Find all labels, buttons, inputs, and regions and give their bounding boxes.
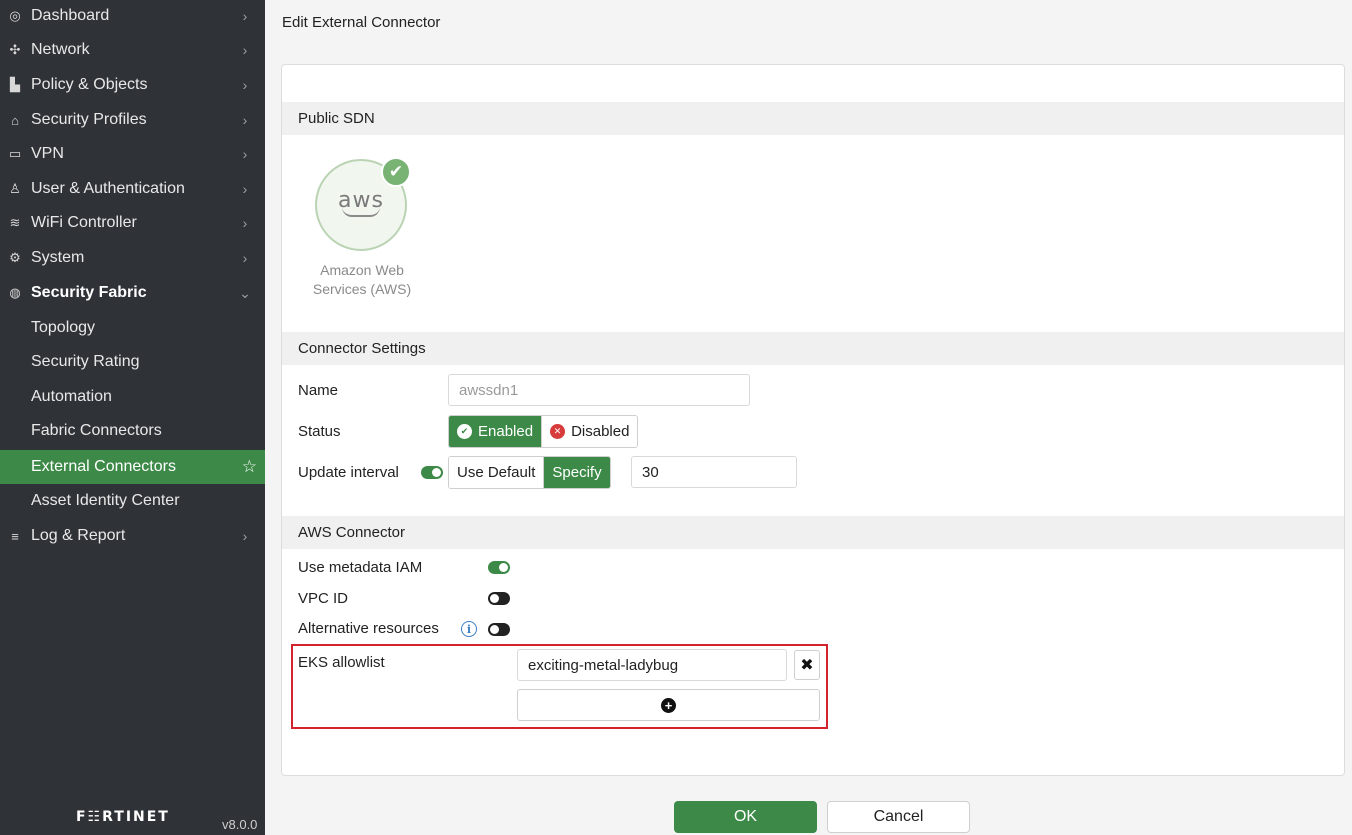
gear-icon: ⚙: [9, 250, 21, 265]
wifi-icon: ≋: [9, 215, 21, 230]
dashboard-icon: ◎: [9, 8, 21, 23]
sidebar-item-security-profiles[interactable]: ⌂ Security Profiles ›: [0, 103, 265, 137]
chevron-right-icon: ›: [242, 112, 248, 128]
sidebar-item-label: Network: [31, 41, 90, 58]
version-label: v8.0.0: [222, 817, 258, 832]
use-default-button[interactable]: Use Default: [449, 457, 544, 488]
check-circle-icon: ✔: [457, 424, 472, 439]
connector-settings-header: Connector Settings: [282, 332, 1344, 365]
sidebar-subitem-topology[interactable]: Topology: [0, 311, 265, 345]
sidebar-item-policy-objects[interactable]: ▙ Policy & Objects ›: [0, 68, 265, 102]
chevron-right-icon: ›: [242, 181, 248, 197]
aws-card-label: Amazon Web Services (AWS): [304, 261, 420, 299]
policy-icon: ▙: [10, 77, 20, 92]
chevron-down-icon: ⌄: [239, 284, 251, 301]
status-toggle-group: ✔ Enabled ✕ Disabled: [448, 415, 639, 448]
aws-card-label-line2: Services (AWS): [312, 281, 412, 297]
page-title: Edit External Connector: [282, 14, 441, 31]
chevron-right-icon: ›: [242, 250, 248, 266]
update-interval-input[interactable]: 30: [631, 456, 797, 488]
sidebar-item-network[interactable]: ✣ Network ›: [0, 33, 265, 67]
sidebar-item-label: System: [31, 249, 85, 266]
name-label: Name: [298, 382, 339, 399]
public-sdn-header: Public SDN: [282, 102, 1344, 135]
sidebar-subitem-security-rating[interactable]: Security Rating: [0, 345, 265, 379]
sidebar-item-label: Security Fabric: [31, 284, 147, 301]
status-enabled-button[interactable]: ✔ Enabled: [449, 416, 542, 447]
update-interval-toggle[interactable]: [421, 466, 443, 479]
vpc-id-toggle[interactable]: [488, 592, 510, 605]
sidebar-item-dashboard[interactable]: ◎ Dashboard ›: [0, 0, 265, 33]
security-fabric-icon: ◍: [9, 285, 21, 300]
sidebar-subitem-external-connectors[interactable]: External Connectors ☆: [0, 450, 265, 484]
chevron-right-icon: ›: [242, 146, 248, 162]
alternative-resources-label: Alternative resources: [298, 620, 439, 637]
status-enabled-label: Enabled: [478, 423, 534, 440]
info-icon[interactable]: i: [461, 621, 477, 637]
sidebar-item-wifi-controller[interactable]: ≋ WiFi Controller ›: [0, 206, 265, 240]
sidebar-item-label: External Connectors: [31, 458, 176, 475]
sidebar-item-label: Log & Report: [31, 527, 126, 544]
specify-button[interactable]: Specify: [543, 457, 610, 488]
name-field[interactable]: awssdn1: [448, 374, 750, 406]
chevron-right-icon: ›: [242, 8, 248, 24]
sidebar-subitem-asset-identity-center[interactable]: Asset Identity Center: [0, 484, 265, 518]
sidebar-item-label: WiFi Controller: [31, 214, 137, 231]
sidebar-item-system[interactable]: ⚙ System ›: [0, 241, 265, 275]
sidebar-item-log-report[interactable]: ≡ Log & Report ›: [0, 519, 265, 553]
cancel-button[interactable]: Cancel: [827, 801, 970, 833]
star-icon[interactable]: ☆: [242, 457, 257, 477]
laptop-icon: ▭: [8, 146, 22, 161]
sidebar-footer: F☷RTINET v8.0.0: [0, 797, 265, 835]
aws-connector-header: AWS Connector: [282, 516, 1344, 549]
eks-allowlist-highlight: [291, 644, 828, 729]
sidebar-item-vpn[interactable]: ▭ VPN ›: [0, 137, 265, 171]
vpc-id-label: VPC ID: [298, 590, 349, 607]
sidebar-item-label: VPN: [31, 145, 64, 162]
sidebar-item-label: Policy & Objects: [31, 76, 148, 93]
ok-button[interactable]: OK: [674, 801, 817, 833]
chevron-right-icon: ›: [242, 528, 248, 544]
lock-icon: ⌂: [11, 112, 19, 128]
network-icon: ✣: [9, 42, 21, 57]
chevron-right-icon: ›: [242, 77, 248, 93]
fortinet-logo: F☷RTINET: [76, 809, 170, 825]
aws-card-label-line1: Amazon Web: [320, 262, 404, 278]
sidebar: ◎ Dashboard › ✣ Network › ▙ Policy & Obj…: [0, 0, 265, 835]
log-report-icon: ≡: [11, 528, 19, 544]
user-icon: ♙: [9, 181, 21, 196]
sidebar-subitem-automation[interactable]: Automation: [0, 380, 265, 414]
aws-smile-icon: [342, 207, 380, 217]
sidebar-item-security-fabric[interactable]: ◍ Security Fabric ⌄: [0, 276, 265, 310]
sidebar-item-label: User & Authentication: [31, 180, 185, 197]
sidebar-subitem-fabric-connectors[interactable]: Fabric Connectors: [0, 414, 265, 448]
sidebar-item-label: Dashboard: [31, 7, 110, 24]
alternative-resources-toggle[interactable]: [488, 623, 510, 636]
status-disabled-label: Disabled: [571, 423, 630, 440]
x-circle-icon: ✕: [550, 424, 566, 439]
update-interval-label: Update interval: [298, 464, 399, 481]
use-metadata-iam-label: Use metadata IAM: [298, 559, 423, 576]
status-label: Status: [298, 423, 341, 440]
sidebar-item-label: Security Profiles: [31, 111, 147, 128]
chevron-right-icon: ›: [242, 215, 248, 231]
chevron-right-icon: ›: [242, 42, 248, 58]
update-interval-group: Use Default Specify: [448, 456, 611, 489]
check-icon: ✔: [381, 157, 411, 187]
status-disabled-button[interactable]: ✕ Disabled: [541, 416, 638, 447]
use-metadata-iam-toggle[interactable]: [488, 561, 510, 574]
sidebar-item-user-authentication[interactable]: ♙ User & Authentication ›: [0, 172, 265, 206]
